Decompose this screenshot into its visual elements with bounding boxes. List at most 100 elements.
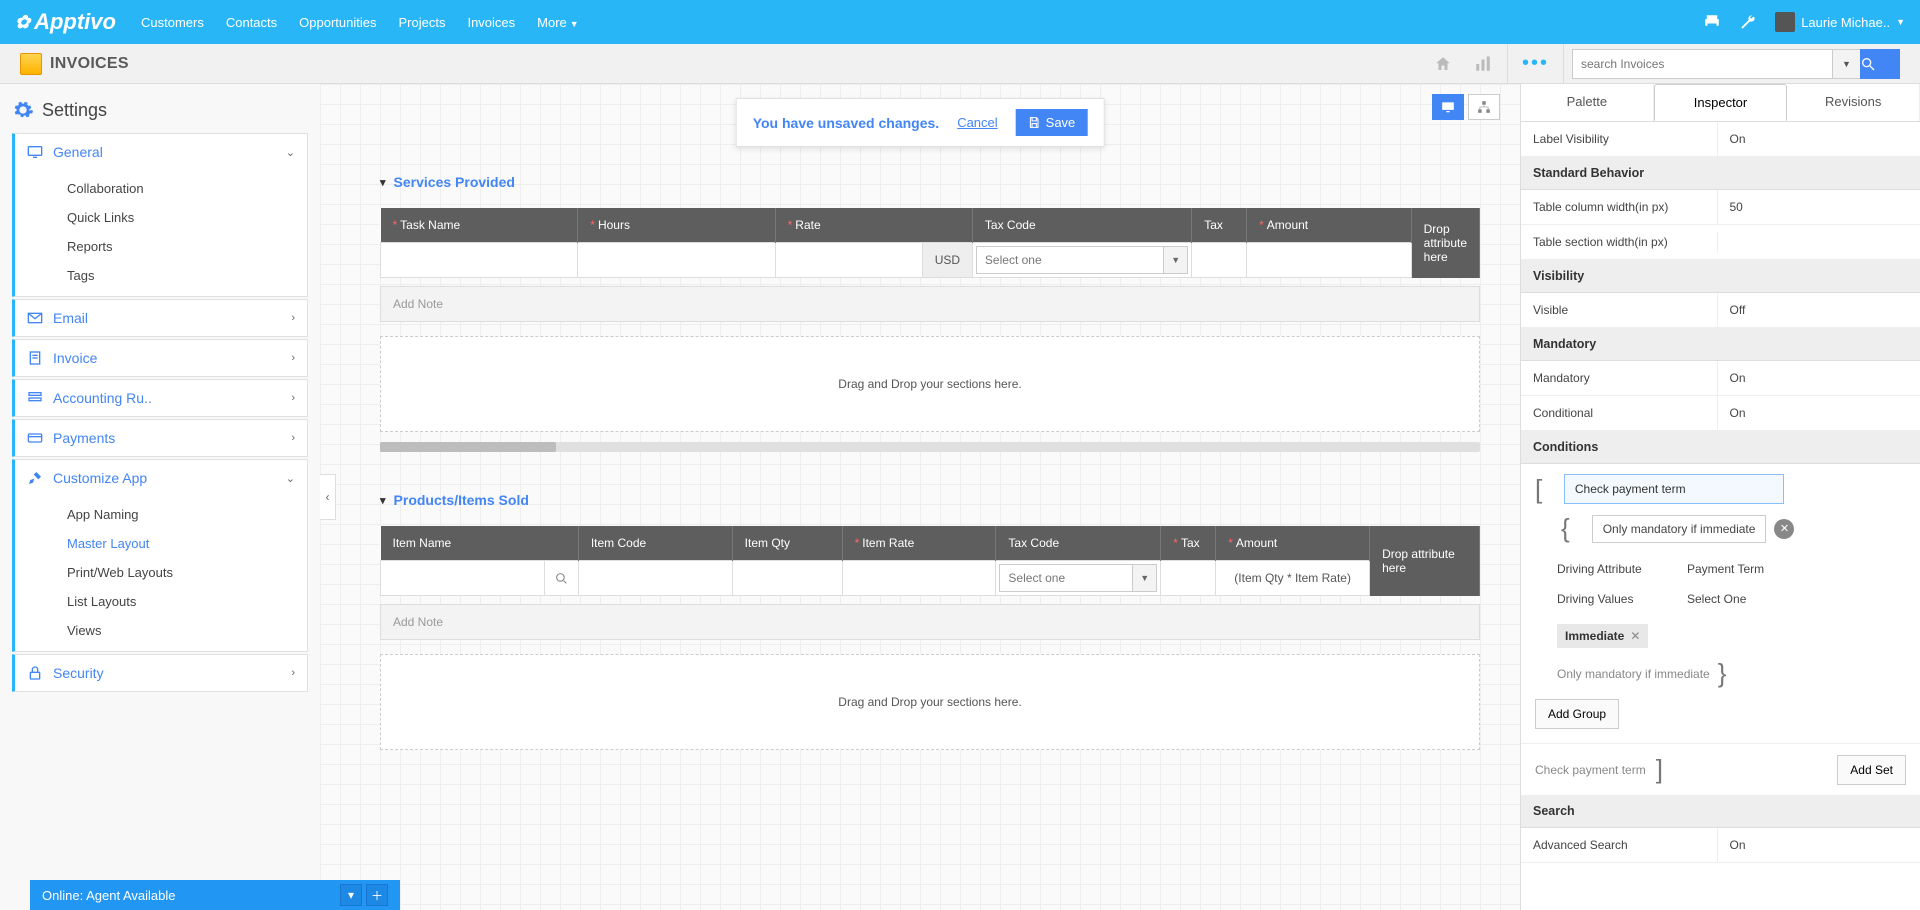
unsaved-changes-bar: You have unsaved changes. Cancel Save (736, 98, 1105, 147)
sidebar-sub-app-naming[interactable]: App Naming (15, 500, 307, 529)
sidebar-label-email: Email (53, 310, 88, 326)
chat-status-bar[interactable]: Online: Agent Available ▾ ＋ (30, 880, 400, 910)
section-dropzone[interactable]: Drag and Drop your sections here. (380, 654, 1480, 750)
chevron-right-icon: › (291, 667, 295, 679)
prop-label: Visible (1521, 293, 1717, 327)
section-services-provided[interactable]: Services Provided *Task Name *Hours *Rat… (380, 174, 1480, 452)
prop-value-visible[interactable]: Off (1717, 293, 1920, 327)
section-products-sold[interactable]: Products/Items Sold Item Name Item Code … (380, 492, 1480, 750)
value-chip-immediate[interactable]: Immediate✕ (1557, 624, 1648, 648)
remove-chip-icon[interactable]: ✕ (1630, 629, 1640, 643)
sidebar-sub-views[interactable]: Views (15, 616, 307, 645)
desktop-view-button[interactable] (1432, 94, 1464, 120)
user-menu[interactable]: Laurie Michae.. ▼ (1775, 12, 1905, 32)
prop-value-label-visibility[interactable]: On (1717, 122, 1920, 156)
search-input[interactable] (1572, 49, 1832, 79)
sidebar-item-accounting[interactable]: Accounting Ru.. › (15, 380, 307, 416)
nav-invoices[interactable]: Invoices (467, 15, 515, 30)
condition-desc-field[interactable]: Only mandatory if immediate (1592, 515, 1767, 543)
brand-logo[interactable]: Apptivo (15, 9, 116, 35)
search-button[interactable] (1860, 49, 1900, 79)
sidebar-item-general[interactable]: General ⌄ (15, 134, 307, 170)
nav-customers[interactable]: Customers (141, 15, 204, 30)
sidebar-item-email[interactable]: Email › (15, 300, 307, 336)
prop-label: Label Visibility (1521, 122, 1717, 156)
add-group-button[interactable]: Add Group (1535, 699, 1619, 729)
wrench-icon[interactable] (1739, 13, 1757, 31)
chart-icon[interactable] (1467, 48, 1499, 80)
horizontal-scrollbar[interactable] (380, 442, 1480, 452)
tools-icon (27, 470, 43, 486)
settings-heading: Settings (12, 99, 308, 121)
printer-icon[interactable] (1703, 13, 1721, 31)
add-set-button[interactable]: Add Set (1837, 755, 1906, 785)
prop-value-adv-search[interactable]: On (1717, 828, 1920, 862)
avatar-icon (1775, 12, 1795, 32)
brace-close-icon: } (1718, 658, 1727, 689)
sidebar-item-customize[interactable]: Customize App ⌄ (15, 460, 307, 496)
sidebar-sub-master-layout[interactable]: Master Layout (15, 529, 307, 558)
nav-contacts[interactable]: Contacts (226, 15, 277, 30)
chevron-down-icon: ⌄ (286, 146, 295, 159)
prop-value-sec-width[interactable] (1717, 232, 1920, 252)
search-icon[interactable] (544, 561, 578, 595)
table-row[interactable]: Select one▼ (Item Qty * Item Rate) (381, 561, 1480, 596)
top-bar: Apptivo Customers Contacts Opportunities… (0, 0, 1920, 44)
chevron-right-icon: › (291, 352, 295, 364)
section-title[interactable]: Services Provided (380, 174, 1480, 190)
sidebar-sub-collaboration[interactable]: Collaboration (15, 174, 307, 203)
sidebar-sub-reports[interactable]: Reports (15, 232, 307, 261)
structure-view-button[interactable] (1468, 94, 1500, 120)
note-input[interactable]: Add Note (380, 604, 1480, 640)
cancel-button[interactable]: Cancel (957, 115, 997, 130)
tab-revisions[interactable]: Revisions (1787, 84, 1920, 121)
prop-label: Driving Values (1557, 592, 1687, 606)
tax-code-select[interactable]: Select one▼ (999, 564, 1157, 592)
note-input[interactable]: Add Note (380, 286, 1480, 322)
tab-palette[interactable]: Palette (1521, 84, 1654, 121)
card-icon (27, 430, 43, 446)
prop-label: Advanced Search (1521, 828, 1717, 862)
sidebar-item-security[interactable]: Security › (15, 655, 307, 691)
sidebar-sub-tags[interactable]: Tags (15, 261, 307, 290)
sidebar-item-invoice[interactable]: Invoice › (15, 340, 307, 376)
home-icon[interactable] (1427, 48, 1459, 80)
group-visibility: Visibility (1521, 260, 1920, 293)
tab-inspector[interactable]: Inspector (1654, 84, 1788, 121)
sidebar-sub-list-layouts[interactable]: List Layouts (15, 587, 307, 616)
nav-more[interactable]: More▼ (537, 15, 579, 30)
section-dropzone[interactable]: Drag and Drop your sections here. (380, 336, 1480, 432)
prop-value-conditional[interactable]: On (1717, 396, 1920, 430)
monitor-icon (27, 144, 43, 160)
nav-projects[interactable]: Projects (398, 15, 445, 30)
chat-new-button[interactable]: ＋ (366, 884, 388, 906)
driving-values-select[interactable]: Select One (1687, 592, 1746, 606)
save-button[interactable]: Save (1016, 109, 1088, 136)
sidebar-sub-quick-links[interactable]: Quick Links (15, 203, 307, 232)
tax-code-select[interactable]: Select one▼ (976, 246, 1188, 274)
nav-opportunities[interactable]: Opportunities (299, 15, 376, 30)
prop-value-col-width[interactable]: 50 (1717, 190, 1920, 224)
unsaved-message: You have unsaved changes. (753, 115, 939, 131)
drop-attribute-zone[interactable]: Drop attribute here (1370, 526, 1480, 596)
search-scope-dropdown[interactable]: ▼ (1832, 49, 1860, 79)
drop-attribute-zone[interactable]: Drop attribute here (1411, 208, 1479, 278)
condition-name-input[interactable] (1564, 474, 1784, 504)
prop-label: Table column width(in px) (1521, 190, 1717, 224)
sidebar-collapse-toggle[interactable]: ‹ (320, 474, 336, 520)
lock-icon (27, 665, 43, 681)
table-row[interactable]: USD Select one▼ (381, 243, 1480, 278)
sidebar-sub-print-web[interactable]: Print/Web Layouts (15, 558, 307, 587)
sidebar-item-payments[interactable]: Payments › (15, 420, 307, 456)
sidebar-label-security: Security (53, 665, 104, 681)
driving-attribute-value[interactable]: Payment Term (1687, 562, 1764, 576)
chevron-down-icon: ⌄ (286, 472, 295, 485)
more-actions-icon[interactable]: ••• (1507, 44, 1564, 84)
chat-minimize-button[interactable]: ▾ (340, 884, 362, 906)
prop-value-mandatory[interactable]: On (1717, 361, 1920, 395)
rules-icon (27, 390, 43, 406)
remove-condition-button[interactable]: ✕ (1774, 519, 1794, 539)
save-icon (1028, 116, 1041, 129)
layout-canvas[interactable]: Services Provided *Task Name *Hours *Rat… (320, 84, 1520, 910)
section-title[interactable]: Products/Items Sold (380, 492, 1480, 508)
